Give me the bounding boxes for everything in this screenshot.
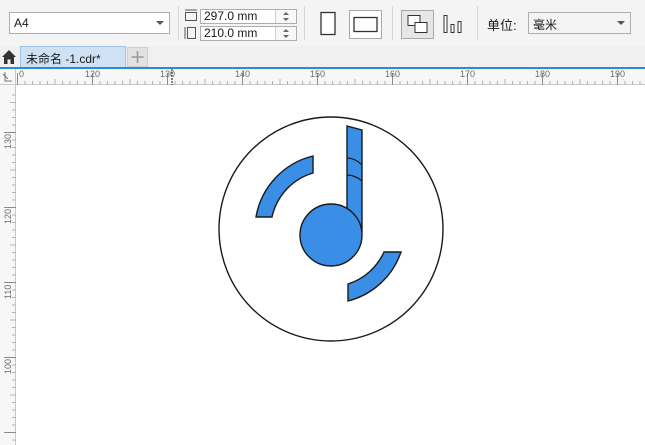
horizontal-ruler[interactable]: 0 120 130 140 150 160 170 180 190 <box>16 69 645 85</box>
units-dropdown[interactable]: 毫米 <box>528 12 631 34</box>
vertical-ruler[interactable]: 130 120 110 100 <box>0 85 16 445</box>
units-label: 单位: <box>487 18 517 33</box>
separator <box>178 6 179 40</box>
ruler-h-label: 150 <box>310 69 326 79</box>
chevron-down-icon <box>617 21 625 25</box>
all-pages-icon <box>407 15 428 33</box>
width-spinner[interactable] <box>275 10 296 23</box>
ruler-h-label: 160 <box>385 69 401 79</box>
document-tab-bar: 未命名 -1.cdr* <box>0 46 645 68</box>
page-width-value: 297.0 mm <box>204 9 258 23</box>
units-value: 毫米 <box>533 18 558 32</box>
ruler-v-label: 130 <box>3 133 13 149</box>
separator <box>477 6 478 40</box>
ruler-h-label: 130 <box>160 69 176 79</box>
landscape-button[interactable] <box>349 10 382 39</box>
chevron-down-icon <box>156 21 164 25</box>
ruler-h-label: 180 <box>535 69 551 79</box>
add-tab-button[interactable] <box>127 47 148 67</box>
ruler-h-label: 0 <box>19 69 25 79</box>
ruler-h-ticks <box>17 69 641 85</box>
ruler-v-label: 120 <box>3 208 13 224</box>
tab-document[interactable]: 未命名 -1.cdr* <box>20 46 126 68</box>
home-icon[interactable] <box>1 49 17 65</box>
add-tab-icon <box>131 51 144 63</box>
ruler-v-label: 110 <box>3 284 13 299</box>
height-icon <box>184 27 196 39</box>
music-disc-drawing[interactable] <box>16 85 645 445</box>
width-icon <box>185 9 197 21</box>
property-bar: A4 297.0 mm 210.0 mm 单位: 毫米 <box>0 0 645 47</box>
ruler-h-label: 170 <box>460 69 476 79</box>
tab-label: 未命名 -1.cdr* <box>26 52 101 66</box>
ruler-h-label: 140 <box>235 69 251 79</box>
note-head-circle <box>299 203 363 267</box>
separator <box>392 6 393 40</box>
ruler-h-label: 190 <box>610 69 626 79</box>
all-pages-button[interactable] <box>401 10 434 39</box>
current-page-icon[interactable] <box>440 11 468 37</box>
ruler-origin[interactable] <box>0 69 16 85</box>
page-width-field[interactable]: 297.0 mm <box>200 9 297 24</box>
portrait-icon[interactable] <box>318 11 338 37</box>
page-size-dropdown[interactable]: A4 <box>9 12 170 34</box>
ruler-origin-icon <box>2 72 12 82</box>
drawing-canvas[interactable] <box>16 85 645 445</box>
separator <box>304 6 305 40</box>
page-height-field[interactable]: 210.0 mm <box>200 26 297 41</box>
page-height-value: 210.0 mm <box>204 26 258 40</box>
height-spinner[interactable] <box>275 27 296 40</box>
page-size-value: A4 <box>14 16 29 30</box>
landscape-icon <box>353 16 378 33</box>
ruler-v-label: 100 <box>3 358 13 374</box>
ruler-h-label: 120 <box>85 69 101 79</box>
